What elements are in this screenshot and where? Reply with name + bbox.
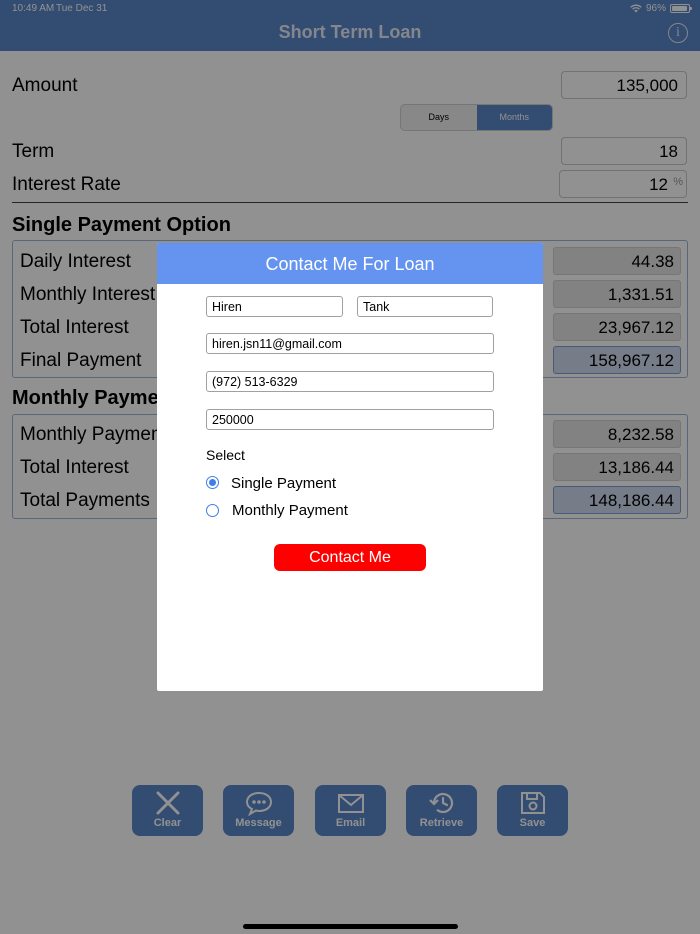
single-payment-option-label[interactable]: Single Payment — [231, 475, 336, 492]
first-name-input[interactable]: Hiren — [206, 296, 343, 317]
phone-input[interactable]: (972) 513-6329 — [206, 371, 494, 392]
contact-me-button[interactable]: Contact Me — [274, 544, 426, 571]
single-payment-radio[interactable] — [206, 476, 219, 489]
select-label: Select — [206, 447, 245, 463]
contact-modal: Contact Me For Loan Hiren Tank hiren.jsn… — [157, 243, 543, 691]
email-input[interactable]: hiren.jsn11@gmail.com — [206, 333, 494, 354]
monthly-payment-radio[interactable] — [206, 504, 219, 517]
last-name-input[interactable]: Tank — [357, 296, 493, 317]
modal-title: Contact Me For Loan — [157, 243, 543, 284]
monthly-payment-option-label[interactable]: Monthly Payment — [232, 502, 348, 519]
loan-amount-input[interactable]: 250000 — [206, 409, 494, 430]
